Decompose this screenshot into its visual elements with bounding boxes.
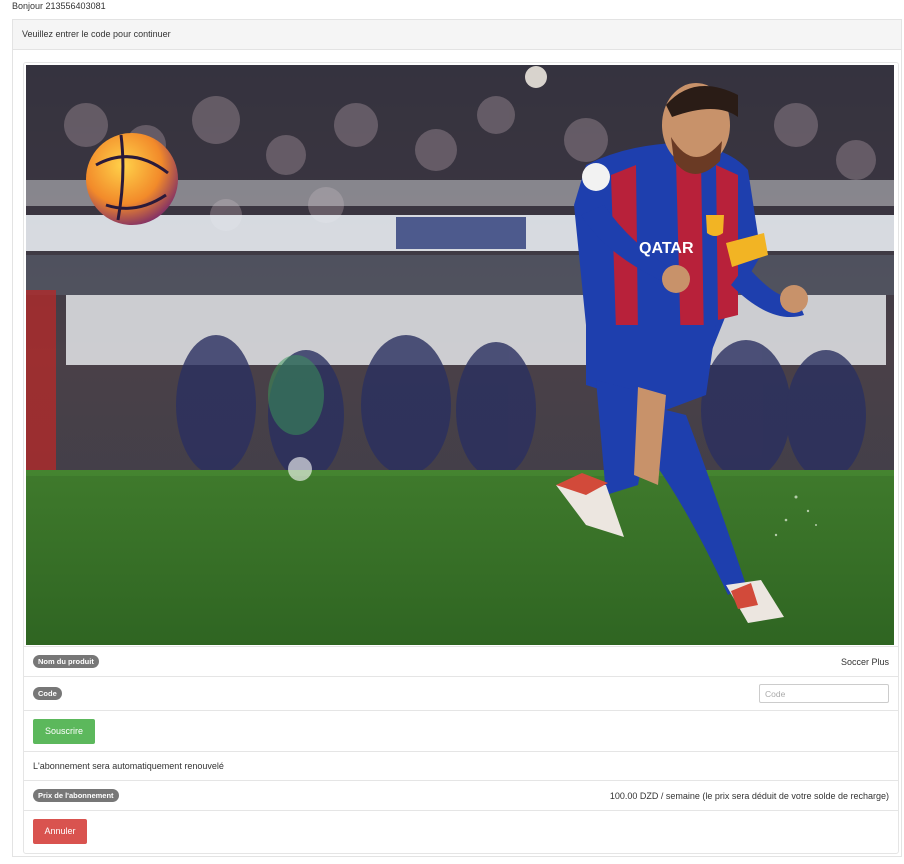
subscribe-row: Souscrire [24,711,898,752]
price-row: Prix de l'abonnement 100.00 DZD / semain… [24,781,898,811]
subscription-panel: Veuillez entrer le code pour continuer Q… [12,19,902,857]
jersey-text: QATAR [639,240,694,257]
code-input[interactable] [759,684,889,703]
product-name-value: Soccer Plus [840,656,889,667]
panel-heading: Veuillez entrer le code pour continuer [13,20,901,50]
code-row: Code [24,677,898,711]
greeting-text: Bonjour 213556403081 [12,1,106,11]
price-value: 100.00 DZD / semaine (le prix sera dédui… [609,790,889,801]
renewal-notice: L'abonnement sera automatiquement renouv… [33,761,224,771]
cancel-button[interactable]: Annuler [33,818,87,844]
code-badge: Code [33,687,62,700]
product-name-badge: Nom du produit [33,655,99,668]
product-image-container: QATAR [24,63,898,647]
cancel-row: Annuler [24,811,898,851]
price-badge: Prix de l'abonnement [33,789,119,802]
product-image: QATAR [26,65,894,645]
subscription-list: QATAR Nom du produit Soccer Plus Code So… [23,62,899,854]
product-name-row: Nom du produit Soccer Plus [24,647,898,677]
renewal-row: L'abonnement sera automatiquement renouv… [24,752,898,781]
subscribe-button[interactable]: Souscrire [33,718,95,744]
